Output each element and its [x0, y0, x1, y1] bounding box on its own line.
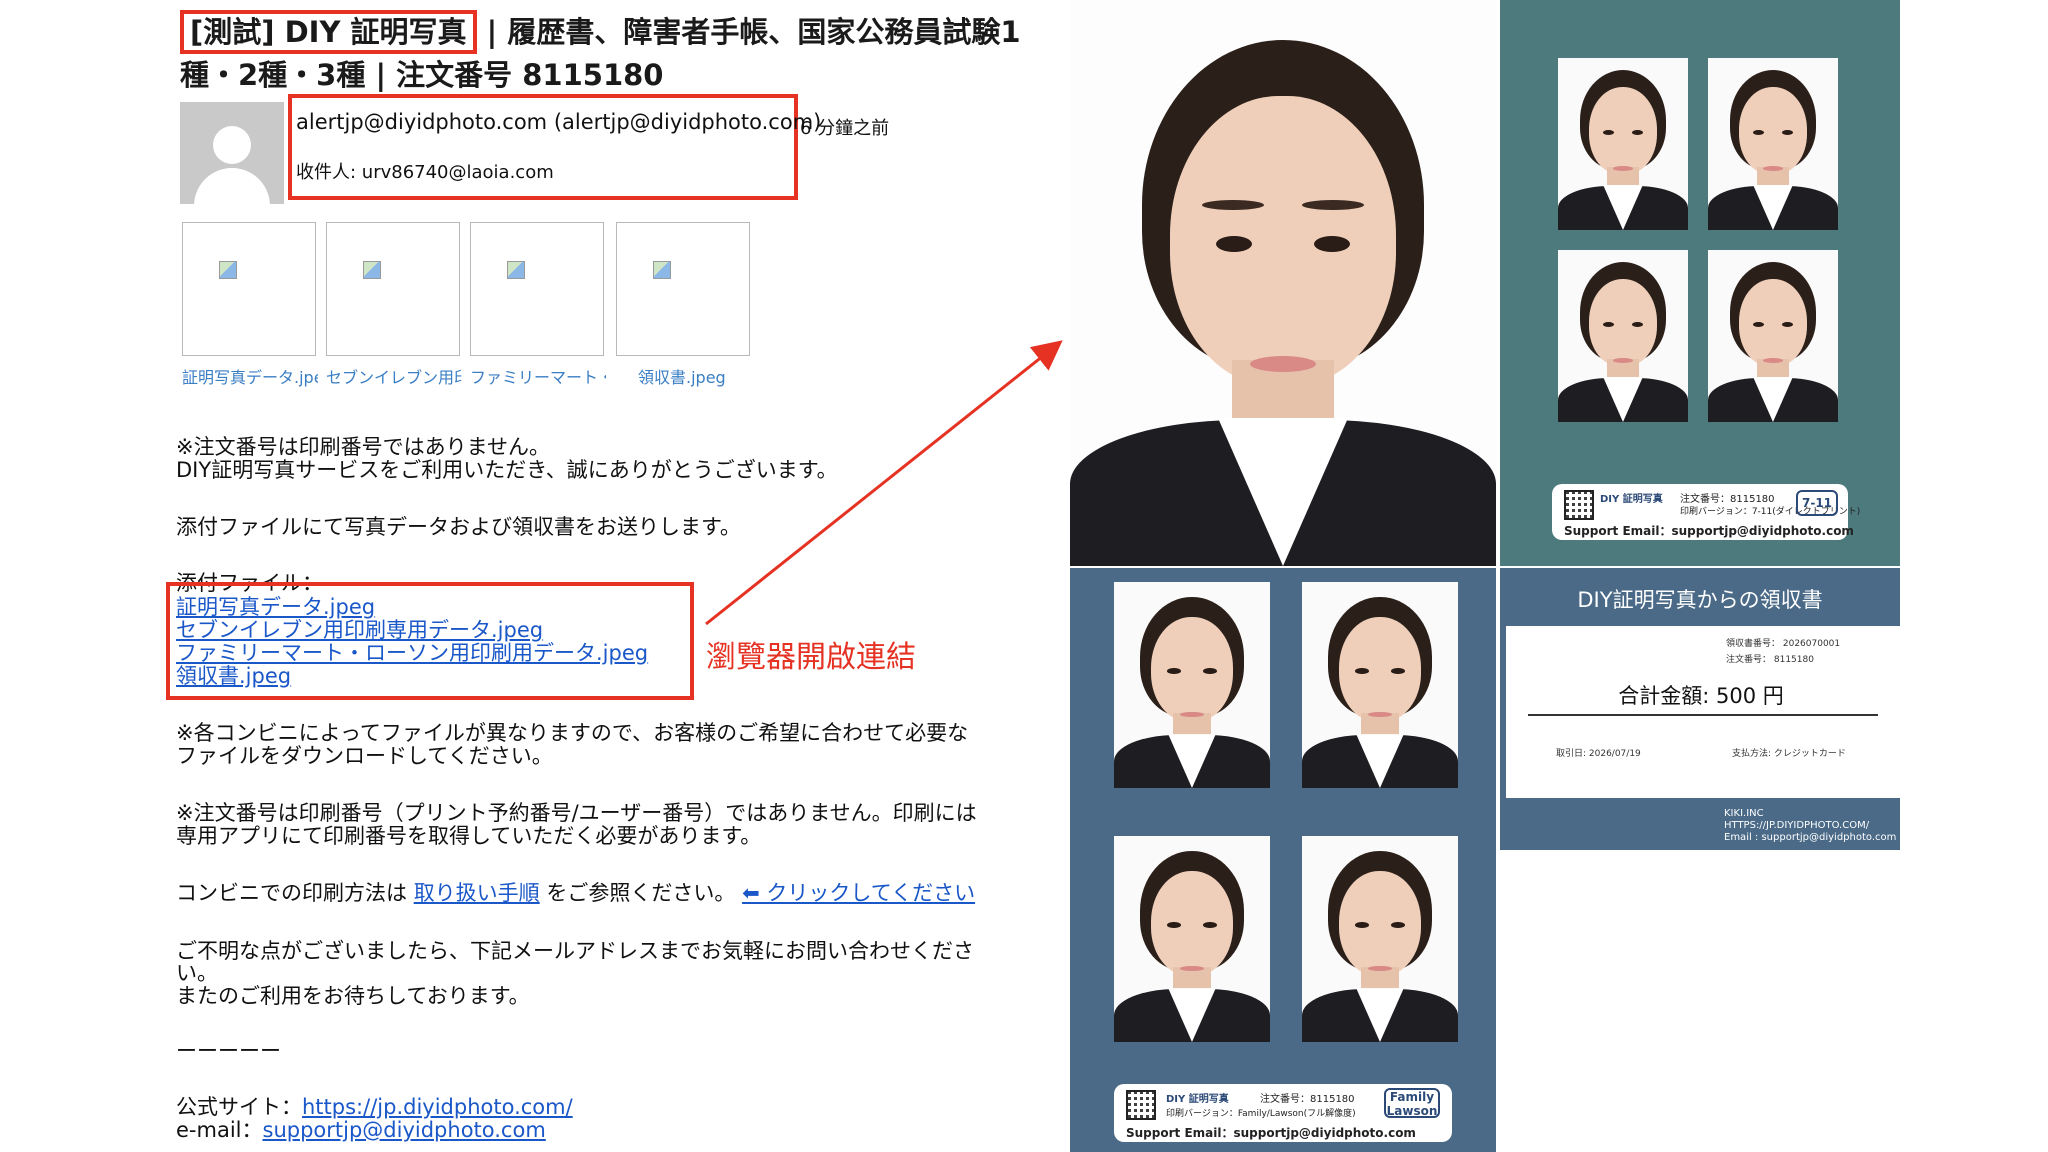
receipt-company: KIKI.INC — [1724, 808, 1764, 819]
stamp-brand: DIY 証明写真 — [1166, 1094, 1229, 1105]
stamp-support-email: Support Email：supportjp@diyidphoto.com — [1126, 1126, 1416, 1140]
receipt-total: 合計金額: 500 円 — [1618, 684, 1784, 708]
store-badge-line1: Family — [1389, 1090, 1435, 1104]
print-info-stamp: DIY 証明写真 注文番号：8115180 印刷バージョン：Family/Law… — [1114, 1084, 1452, 1142]
receipt-image: DIY証明写真からの領収書 領収書番号： 2026070001 注文番号： 81… — [1500, 568, 1900, 850]
receipt-total-rule — [1528, 714, 1878, 716]
receipt-payment-method: 支払方法: クレジットカード — [1732, 749, 1846, 759]
seven-eleven-print-sheet: DIY 証明写真 注文番号：8115180 印刷バージョン：7-11(ダイレクト… — [1500, 0, 1900, 566]
portrait — [1070, 0, 1496, 566]
annotation-label: 瀏覽器開啟連結 — [706, 640, 916, 675]
id-photo-thumbnail — [1114, 836, 1270, 1042]
id-photo-thumbnail — [1302, 582, 1458, 788]
id-photo-thumbnail — [1708, 250, 1838, 422]
receipt-order-number: 注文番号： 8115180 — [1726, 655, 1814, 665]
family-lawson-print-sheet: DIY 証明写真 注文番号：8115180 印刷バージョン：Family/Law… — [1070, 568, 1496, 1152]
stamp-order-number: 注文番号：8115180 — [1680, 494, 1775, 505]
receipt-paper: 領収書番号： 2026070001 注文番号： 8115180 取引日: 202… — [1506, 626, 1900, 798]
stamp-order-number: 注文番号：8115180 — [1260, 1094, 1355, 1105]
store-badge: Family Lawson — [1384, 1088, 1440, 1118]
qr-code — [1564, 490, 1594, 520]
stamp-support-email: Support Email：supportjp@diyidphoto.com — [1564, 524, 1854, 538]
id-photo-thumbnail — [1558, 250, 1688, 422]
store-badge-line2: Lawson — [1386, 1104, 1438, 1118]
id-photo-data — [1070, 0, 1496, 566]
id-photo-thumbnail — [1114, 582, 1270, 788]
id-photo-thumbnail — [1708, 58, 1838, 230]
stamp-print-version: 印刷バージョン：Family/Lawson(フル解像度) — [1166, 1109, 1356, 1119]
store-badge: 7-11 — [1796, 490, 1838, 516]
qr-code — [1126, 1090, 1156, 1120]
receipt-url: HTTPS://JP.DIYIDPHOTO.COM/ — [1724, 820, 1870, 831]
receipt-title: DIY証明写真からの領収書 — [1577, 588, 1823, 612]
receipt-email: Email : supportjp@diyidphoto.com — [1724, 832, 1897, 843]
stamp-brand: DIY 証明写真 — [1600, 494, 1663, 505]
print-info-stamp: DIY 証明写真 注文番号：8115180 印刷バージョン：7-11(ダイレクト… — [1552, 484, 1860, 540]
receipt-date: 取引日: 2026/07/19 — [1556, 749, 1641, 759]
id-photo-thumbnail — [1558, 58, 1688, 230]
receipt-number: 領収書番号： 2026070001 — [1726, 639, 1841, 649]
id-photo-thumbnail — [1302, 836, 1458, 1042]
